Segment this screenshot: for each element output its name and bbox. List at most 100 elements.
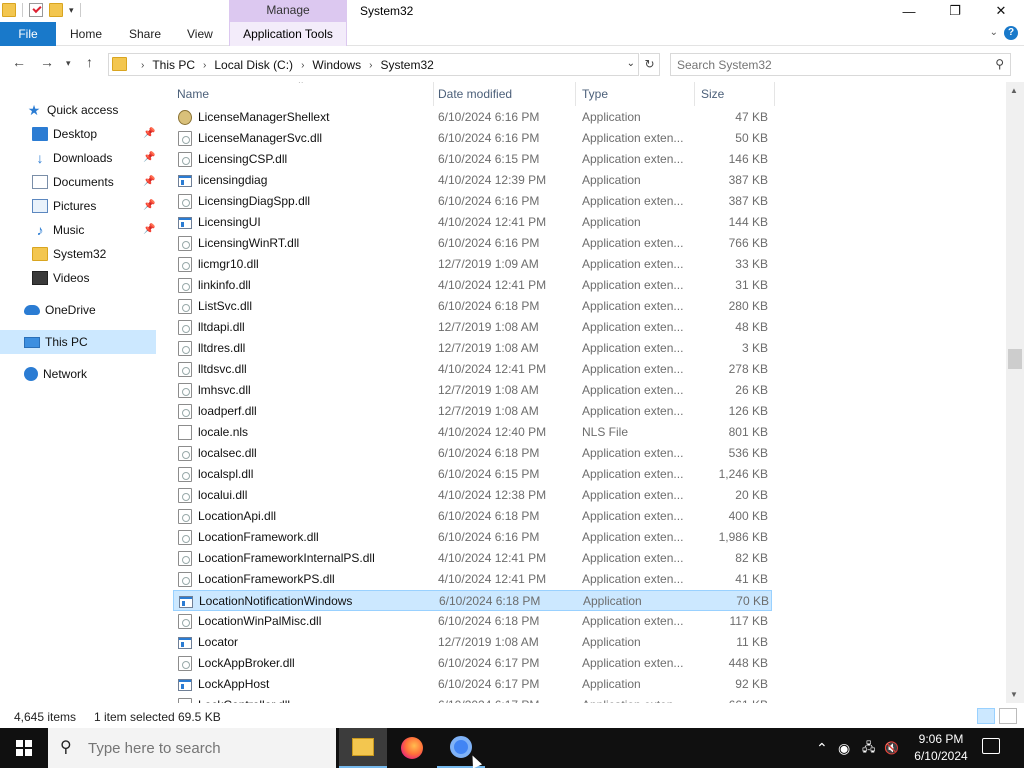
file-row[interactable]: LicensingDiagSpp.dll 6/10/2024 6:16 PM App… xyxy=(173,191,772,212)
file-row[interactable]: LockAppHost 6/10/2024 6:17 PM Application 9… xyxy=(173,674,772,695)
file-row[interactable]: LicensingCSP.dll 6/10/2024 6:15 PM Applica… xyxy=(173,149,772,170)
sidebar-item-downloads[interactable]: ↓ Downloads 📌 xyxy=(0,146,156,170)
pin-icon[interactable]: 📌 xyxy=(143,176,155,187)
file-row[interactable]: LocationFrameworkPS.dll 4/10/2024 12:41 P… xyxy=(173,569,772,590)
customize-qat-chevron-icon[interactable]: ▾ xyxy=(69,5,74,16)
action-center-icon[interactable] xyxy=(982,738,1000,754)
pin-icon[interactable]: 📌 xyxy=(143,128,155,139)
file-row[interactable]: loadperf.dll 12/7/2019 1:08 AM Application… xyxy=(173,401,772,422)
minimize-button[interactable]: — xyxy=(886,0,932,22)
file-row[interactable]: LockController.dll6/10/2024 6:17 PMAppli… xyxy=(173,695,772,703)
file-row[interactable]: LockAppBroker.dll 6/10/2024 6:17 PM Applic… xyxy=(173,653,772,674)
taskbar-search-box[interactable]: ⚲ xyxy=(48,728,336,768)
tab-home[interactable]: Home xyxy=(70,22,102,46)
folder-icon[interactable] xyxy=(2,3,16,17)
pin-icon[interactable]: 📌 xyxy=(143,224,155,235)
file-row[interactable]: LocationWinPalMisc.dll 6/10/2024 6:18 PM A… xyxy=(173,611,772,632)
tab-file[interactable]: File xyxy=(0,22,56,46)
taskbar-file-explorer[interactable] xyxy=(339,728,387,768)
file-row[interactable]: lltdres.dll 12/7/2019 1:08 AM Application … xyxy=(173,338,772,359)
show-hidden-icons-chevron-icon[interactable]: ⌃ xyxy=(816,728,828,768)
file-row[interactable]: LicenseManagerShellext 6/10/2024 6:16 PM A… xyxy=(173,107,772,128)
breadcrumb-windows[interactable]: Windows xyxy=(312,58,361,72)
file-row[interactable]: LicensingUI 4/10/2024 12:41 PM Application… xyxy=(173,212,772,233)
column-header-size[interactable]: Size xyxy=(695,82,775,106)
close-button[interactable]: ✕ xyxy=(978,0,1024,22)
manage-contextual-tab[interactable]: Manage xyxy=(229,0,347,22)
file-row[interactable]: ListSvc.dll 6/10/2024 6:18 PM Application … xyxy=(173,296,772,317)
volume-muted-icon[interactable]: 🔇 xyxy=(884,728,899,768)
tab-view[interactable]: View xyxy=(187,22,213,46)
file-row[interactable]: LocationNotificationWindows 6/10/2024 6:1… xyxy=(173,590,772,611)
sidebar-item-onedrive[interactable]: OneDrive xyxy=(0,298,156,322)
file-row[interactable]: LocationFramework.dll 6/10/2024 6:16 PM Ap… xyxy=(173,527,772,548)
system-clock[interactable]: 9:06 PM 6/10/2024 xyxy=(905,731,977,765)
vertical-scrollbar[interactable]: ▲ ▼ xyxy=(1006,82,1024,703)
sidebar-item-videos[interactable]: Videos xyxy=(0,266,156,290)
file-row[interactable]: licensingdiag 4/10/2024 12:39 PM Applicati… xyxy=(173,170,772,191)
start-button[interactable] xyxy=(0,728,48,768)
file-row[interactable]: localui.dll 4/10/2024 12:38 PM Application… xyxy=(173,485,772,506)
file-row[interactable]: LocationFrameworkInternalPS.dll 4/10/2024… xyxy=(173,548,772,569)
large-icons-view-icon[interactable] xyxy=(999,708,1017,724)
file-row[interactable]: LicensingWinRT.dll 6/10/2024 6:16 PM Appli… xyxy=(173,233,772,254)
taskbar-search-input[interactable] xyxy=(88,739,318,757)
file-row[interactable]: licmgr10.dll 12/7/2019 1:09 AM Application… xyxy=(173,254,772,275)
up-arrow-icon[interactable]: ↑ xyxy=(86,54,93,70)
address-bar[interactable]: › This PC › Local Disk (C:) › Windows › … xyxy=(108,53,639,76)
sidebar-item-pictures[interactable]: Pictures 📌 xyxy=(0,194,156,218)
breadcrumb-system32[interactable]: System32 xyxy=(380,58,433,72)
breadcrumb-chevron-icon[interactable]: › xyxy=(369,60,372,71)
tab-application-tools[interactable]: Application Tools xyxy=(229,22,347,46)
record-icon[interactable]: ◉ xyxy=(838,728,850,768)
details-view-icon[interactable] xyxy=(977,708,995,724)
scroll-down-icon[interactable]: ▼ xyxy=(1010,690,1018,699)
file-row[interactable]: Locator 12/7/2019 1:08 AM Application 11 KB xyxy=(173,632,772,653)
file-row[interactable]: LicenseManagerSvc.dll 6/10/2024 6:16 PM Ap… xyxy=(173,128,772,149)
help-icon[interactable]: ? xyxy=(1004,26,1018,40)
breadcrumb-local-disk[interactable]: Local Disk (C:) xyxy=(214,58,293,72)
sidebar-item-this-pc[interactable]: This PC xyxy=(0,330,156,354)
maximize-button[interactable]: ❐ xyxy=(932,0,978,22)
breadcrumb-this-pc[interactable]: This PC xyxy=(152,58,195,72)
file-row[interactable]: LocationApi.dll 6/10/2024 6:18 PM Applicat… xyxy=(173,506,772,527)
column-header-name[interactable]: Name xyxy=(171,82,434,106)
refresh-icon[interactable]: ↻ xyxy=(640,53,660,76)
sidebar-item-music[interactable]: ♪ Music 📌 xyxy=(0,218,156,242)
new-folder-icon[interactable] xyxy=(49,3,63,17)
scrollbar-thumb[interactable] xyxy=(1008,349,1022,369)
file-row[interactable]: linkinfo.dll 4/10/2024 12:41 PM Applicatio… xyxy=(173,275,772,296)
sidebar-item-quick-access[interactable]: ★ Quick access xyxy=(0,98,156,122)
sidebar-item-documents[interactable]: Documents 📌 xyxy=(0,170,156,194)
network-status-icon[interactable]: 🖧 xyxy=(862,728,875,768)
sidebar-item-desktop[interactable]: Desktop 📌 xyxy=(0,122,156,146)
sidebar-item-network[interactable]: Network xyxy=(0,362,156,386)
file-row[interactable]: lmhsvc.dll 12/7/2019 1:08 AM Application e… xyxy=(173,380,772,401)
address-dropdown-chevron-icon[interactable]: ⌄ xyxy=(627,58,635,69)
file-row[interactable]: locale.nls 4/10/2024 12:40 PM NLS File 801 … xyxy=(173,422,772,443)
file-row[interactable]: localspl.dll 6/10/2024 6:15 PM Application… xyxy=(173,464,772,485)
column-header-date-modified[interactable]: Date modified xyxy=(432,82,576,106)
pin-icon[interactable]: 📌 xyxy=(143,200,155,211)
file-date-modified: 4/10/2024 12:41 PM xyxy=(438,278,547,292)
forward-arrow-icon[interactable]: → xyxy=(40,54,54,70)
breadcrumb-chevron-icon[interactable]: › xyxy=(301,60,304,71)
breadcrumb-chevron-icon[interactable]: › xyxy=(141,60,144,71)
properties-icon[interactable] xyxy=(29,3,43,17)
sidebar-item-system32[interactable]: System32 xyxy=(0,242,156,266)
file-row[interactable]: localsec.dll 6/10/2024 6:18 PM Application… xyxy=(173,443,772,464)
column-header-type[interactable]: Type xyxy=(576,82,695,106)
search-icon[interactable]: ⚲ xyxy=(995,57,1004,71)
scroll-up-icon[interactable]: ▲ xyxy=(1010,86,1018,95)
recent-locations-chevron-icon[interactable]: ▾ xyxy=(66,58,71,69)
search-input[interactable] xyxy=(677,57,977,72)
file-row[interactable]: lltdsvc.dll 4/10/2024 12:41 PM Application… xyxy=(173,359,772,380)
back-arrow-icon[interactable]: ← xyxy=(12,54,26,70)
tab-share[interactable]: Share xyxy=(129,22,161,46)
file-row[interactable]: lltdapi.dll 12/7/2019 1:08 AM Application … xyxy=(173,317,772,338)
expand-ribbon-chevron-icon[interactable]: ⌄ xyxy=(990,27,998,38)
search-box[interactable]: ⚲ xyxy=(670,53,1011,76)
taskbar-firefox[interactable] xyxy=(388,728,436,768)
breadcrumb-chevron-icon[interactable]: › xyxy=(203,60,206,71)
pin-icon[interactable]: 📌 xyxy=(143,152,155,163)
